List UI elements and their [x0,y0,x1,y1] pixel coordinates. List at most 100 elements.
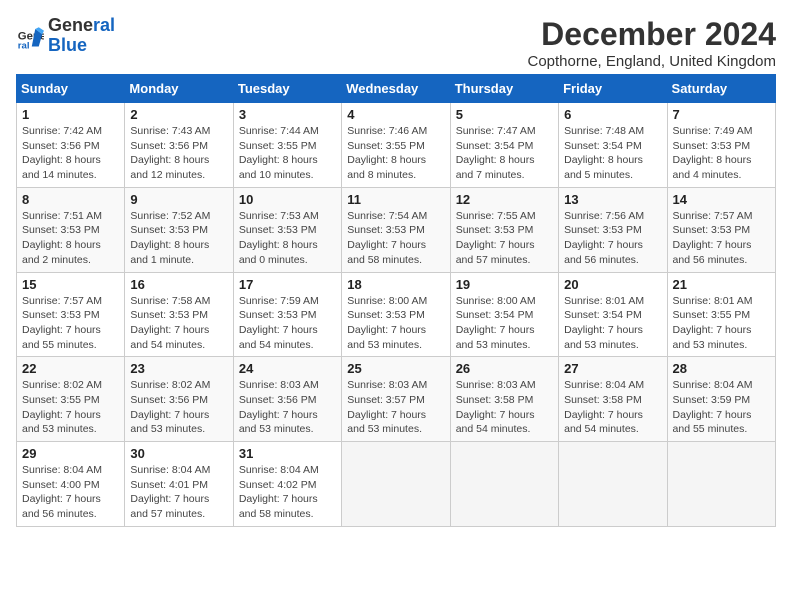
day-info: Sunrise: 7:48 AMSunset: 3:54 PMDaylight:… [564,124,661,183]
day-info: Sunrise: 7:49 AMSunset: 3:53 PMDaylight:… [673,124,770,183]
day-number: 29 [22,446,119,461]
day-info: Sunrise: 8:03 AMSunset: 3:58 PMDaylight:… [456,378,553,437]
day-number: 27 [564,361,661,376]
logo-icon: Gene ral [16,22,44,50]
calendar-table: SundayMondayTuesdayWednesdayThursdayFrid… [16,74,776,527]
day-number: 13 [564,192,661,207]
day-number: 11 [347,192,444,207]
day-cell: 24 Sunrise: 8:03 AMSunset: 3:56 PMDaylig… [233,357,341,442]
logo: Gene ral General Blue [16,16,115,56]
day-number: 4 [347,107,444,122]
day-cell: 15 Sunrise: 7:57 AMSunset: 3:53 PMDaylig… [17,272,125,357]
day-cell: 8 Sunrise: 7:51 AMSunset: 3:53 PMDayligh… [17,187,125,272]
day-info: Sunrise: 7:52 AMSunset: 3:53 PMDaylight:… [130,209,227,268]
day-cell: 19 Sunrise: 8:00 AMSunset: 3:54 PMDaylig… [450,272,558,357]
day-info: Sunrise: 8:03 AMSunset: 3:56 PMDaylight:… [239,378,336,437]
day-info: Sunrise: 7:57 AMSunset: 3:53 PMDaylight:… [22,294,119,353]
day-number: 5 [456,107,553,122]
day-number: 17 [239,277,336,292]
day-number: 6 [564,107,661,122]
day-cell: 3 Sunrise: 7:44 AMSunset: 3:55 PMDayligh… [233,103,341,188]
day-info: Sunrise: 7:43 AMSunset: 3:56 PMDaylight:… [130,124,227,183]
day-number: 19 [456,277,553,292]
column-header-saturday: Saturday [667,75,775,103]
day-cell: 23 Sunrise: 8:02 AMSunset: 3:56 PMDaylig… [125,357,233,442]
column-header-sunday: Sunday [17,75,125,103]
day-cell [450,442,558,527]
day-number: 18 [347,277,444,292]
day-cell: 31 Sunrise: 8:04 AMSunset: 4:02 PMDaylig… [233,442,341,527]
day-number: 9 [130,192,227,207]
day-info: Sunrise: 7:58 AMSunset: 3:53 PMDaylight:… [130,294,227,353]
logo-text: General Blue [48,16,115,56]
day-cell: 4 Sunrise: 7:46 AMSunset: 3:55 PMDayligh… [342,103,450,188]
calendar-subtitle: Copthorne, England, United Kingdom [528,53,777,70]
day-cell: 12 Sunrise: 7:55 AMSunset: 3:53 PMDaylig… [450,187,558,272]
day-cell: 1 Sunrise: 7:42 AMSunset: 3:56 PMDayligh… [17,103,125,188]
day-number: 16 [130,277,227,292]
day-cell: 16 Sunrise: 7:58 AMSunset: 3:53 PMDaylig… [125,272,233,357]
week-row-4: 22 Sunrise: 8:02 AMSunset: 3:55 PMDaylig… [17,357,776,442]
day-cell: 6 Sunrise: 7:48 AMSunset: 3:54 PMDayligh… [559,103,667,188]
day-info: Sunrise: 7:47 AMSunset: 3:54 PMDaylight:… [456,124,553,183]
day-cell: 25 Sunrise: 8:03 AMSunset: 3:57 PMDaylig… [342,357,450,442]
day-info: Sunrise: 7:54 AMSunset: 3:53 PMDaylight:… [347,209,444,268]
day-number: 8 [22,192,119,207]
day-number: 26 [456,361,553,376]
day-info: Sunrise: 7:57 AMSunset: 3:53 PMDaylight:… [673,209,770,268]
day-cell: 18 Sunrise: 8:00 AMSunset: 3:53 PMDaylig… [342,272,450,357]
day-info: Sunrise: 7:51 AMSunset: 3:53 PMDaylight:… [22,209,119,268]
day-cell: 5 Sunrise: 7:47 AMSunset: 3:54 PMDayligh… [450,103,558,188]
day-info: Sunrise: 7:44 AMSunset: 3:55 PMDaylight:… [239,124,336,183]
day-info: Sunrise: 8:04 AMSunset: 4:01 PMDaylight:… [130,463,227,522]
day-info: Sunrise: 8:01 AMSunset: 3:55 PMDaylight:… [673,294,770,353]
day-cell: 9 Sunrise: 7:52 AMSunset: 3:53 PMDayligh… [125,187,233,272]
day-cell: 30 Sunrise: 8:04 AMSunset: 4:01 PMDaylig… [125,442,233,527]
day-info: Sunrise: 7:59 AMSunset: 3:53 PMDaylight:… [239,294,336,353]
day-info: Sunrise: 7:46 AMSunset: 3:55 PMDaylight:… [347,124,444,183]
day-info: Sunrise: 8:04 AMSunset: 3:59 PMDaylight:… [673,378,770,437]
day-cell: 13 Sunrise: 7:56 AMSunset: 3:53 PMDaylig… [559,187,667,272]
day-cell: 7 Sunrise: 7:49 AMSunset: 3:53 PMDayligh… [667,103,775,188]
day-number: 23 [130,361,227,376]
day-number: 1 [22,107,119,122]
day-cell: 2 Sunrise: 7:43 AMSunset: 3:56 PMDayligh… [125,103,233,188]
day-number: 20 [564,277,661,292]
day-cell: 21 Sunrise: 8:01 AMSunset: 3:55 PMDaylig… [667,272,775,357]
day-info: Sunrise: 8:02 AMSunset: 3:55 PMDaylight:… [22,378,119,437]
day-number: 31 [239,446,336,461]
calendar-header-row: SundayMondayTuesdayWednesdayThursdayFrid… [17,75,776,103]
day-number: 12 [456,192,553,207]
day-cell: 10 Sunrise: 7:53 AMSunset: 3:53 PMDaylig… [233,187,341,272]
day-number: 22 [22,361,119,376]
day-info: Sunrise: 7:56 AMSunset: 3:53 PMDaylight:… [564,209,661,268]
day-cell: 26 Sunrise: 8:03 AMSunset: 3:58 PMDaylig… [450,357,558,442]
day-number: 21 [673,277,770,292]
week-row-1: 1 Sunrise: 7:42 AMSunset: 3:56 PMDayligh… [17,103,776,188]
calendar-title: December 2024 [528,16,777,53]
day-cell [667,442,775,527]
title-area: December 2024 Copthorne, England, United… [528,16,777,70]
day-info: Sunrise: 8:00 AMSunset: 3:53 PMDaylight:… [347,294,444,353]
day-cell: 27 Sunrise: 8:04 AMSunset: 3:58 PMDaylig… [559,357,667,442]
day-cell [559,442,667,527]
day-cell: 28 Sunrise: 8:04 AMSunset: 3:59 PMDaylig… [667,357,775,442]
column-header-wednesday: Wednesday [342,75,450,103]
day-number: 24 [239,361,336,376]
week-row-2: 8 Sunrise: 7:51 AMSunset: 3:53 PMDayligh… [17,187,776,272]
week-row-5: 29 Sunrise: 8:04 AMSunset: 4:00 PMDaylig… [17,442,776,527]
day-number: 15 [22,277,119,292]
day-cell: 17 Sunrise: 7:59 AMSunset: 3:53 PMDaylig… [233,272,341,357]
week-row-3: 15 Sunrise: 7:57 AMSunset: 3:53 PMDaylig… [17,272,776,357]
day-info: Sunrise: 8:04 AMSunset: 4:02 PMDaylight:… [239,463,336,522]
day-cell: 22 Sunrise: 8:02 AMSunset: 3:55 PMDaylig… [17,357,125,442]
day-info: Sunrise: 8:04 AMSunset: 4:00 PMDaylight:… [22,463,119,522]
day-cell: 14 Sunrise: 7:57 AMSunset: 3:53 PMDaylig… [667,187,775,272]
day-cell: 11 Sunrise: 7:54 AMSunset: 3:53 PMDaylig… [342,187,450,272]
day-number: 30 [130,446,227,461]
day-number: 28 [673,361,770,376]
day-info: Sunrise: 8:03 AMSunset: 3:57 PMDaylight:… [347,378,444,437]
day-info: Sunrise: 7:53 AMSunset: 3:53 PMDaylight:… [239,209,336,268]
day-info: Sunrise: 8:04 AMSunset: 3:58 PMDaylight:… [564,378,661,437]
svg-text:ral: ral [18,40,30,50]
